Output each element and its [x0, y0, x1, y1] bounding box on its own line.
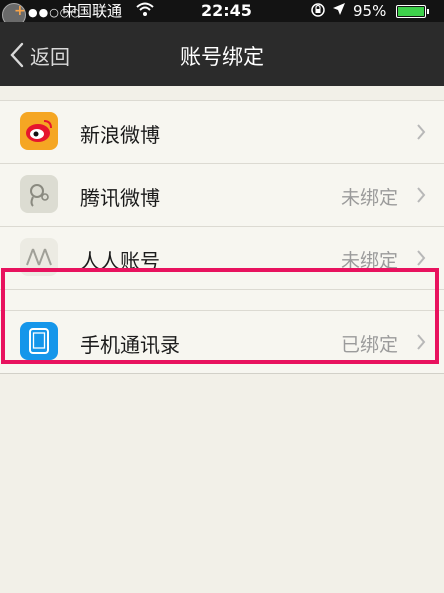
highlight-box [1, 268, 439, 364]
battery-tip [427, 9, 429, 14]
clock: 22:45 [201, 1, 252, 20]
chevron-right-icon [416, 123, 426, 145]
weibo-icon [20, 112, 58, 150]
wifi-icon [136, 1, 154, 21]
carrier-name: 中国联通 [62, 2, 123, 20]
list-item-tencent-weibo[interactable]: 腾讯微博 未绑定 [0, 164, 444, 227]
account-label: 新浪微博 [80, 123, 160, 147]
rotation-lock-icon [310, 2, 326, 22]
navigation-bar: 返回 账号绑定 [0, 22, 444, 86]
page-title: 账号绑定 [180, 45, 264, 69]
location-arrow-icon [332, 2, 346, 20]
bind-status: 未绑定 [340, 187, 398, 209]
account-label: 腾讯微博 [80, 186, 160, 210]
list-item-sina-weibo[interactable]: 新浪微博 [0, 101, 444, 164]
status-bar: + ●●○○○ 中国联通 22:45 95% [0, 0, 444, 27]
battery-percent: 95% [353, 2, 387, 20]
tencent-weibo-icon [20, 175, 58, 213]
battery-icon [396, 5, 426, 18]
chevron-right-icon [416, 186, 426, 208]
